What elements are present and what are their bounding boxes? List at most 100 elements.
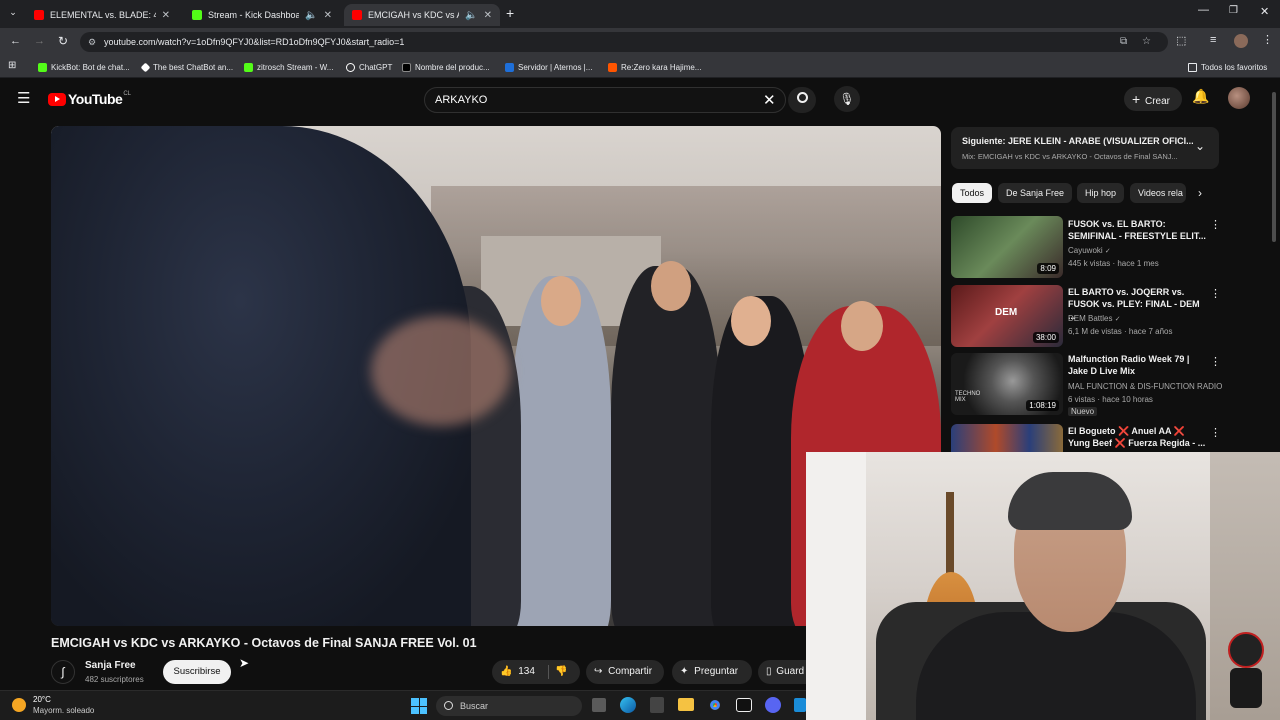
youtube-logo[interactable]: YouTube CL — [48, 91, 131, 107]
up-next-title: Siguiente: JERE KLEIN - ARABE (VISUALIZE… — [962, 136, 1194, 146]
temperature: 20°C — [33, 695, 51, 704]
chip-de-sanja-free[interactable]: De Sanja Free — [998, 183, 1073, 203]
channel-avatar[interactable]: ∫ — [51, 660, 75, 684]
bookmark-aternos[interactable]: Servidor | Aternos |... — [505, 60, 592, 74]
recommendation-item[interactable]: TECHNO MIX 1:08:19 Malfunction Radio Week… — [951, 353, 1222, 416]
dislike-button[interactable]: 👎 — [555, 660, 567, 684]
video-thumbnail[interactable]: DEM 38:00 — [951, 285, 1063, 347]
tab-title: Stream - Kick Dashboard — [208, 10, 300, 20]
app-icon[interactable] — [794, 698, 806, 712]
file-explorer-icon[interactable] — [678, 698, 694, 711]
tab-kick-dashboard[interactable]: Stream - Kick Dashboard 🔈 ✕ — [184, 4, 340, 26]
calculator-icon[interactable] — [650, 697, 664, 713]
recommendation-item[interactable]: DEM 38:00 EL BARTO vs. JOQERR vs. FUSOK … — [951, 285, 1221, 347]
hamburger-menu-icon[interactable]: ☰ — [17, 89, 30, 107]
new-tab-button[interactable]: + — [506, 5, 514, 21]
more-options-icon[interactable]: ⋮ — [1210, 426, 1221, 439]
divider — [548, 665, 549, 679]
edge-icon[interactable] — [620, 697, 636, 713]
up-next-subtitle: Mix: EMCIGAH vs KDC vs ARKAYKO - Octavos… — [962, 152, 1178, 161]
chip-todos[interactable]: Todos — [952, 183, 993, 203]
verified-icon: ✓ — [1114, 316, 1121, 323]
close-window-icon[interactable]: ✕ — [1260, 5, 1269, 18]
reload-icon[interactable]: ↻ — [58, 34, 68, 48]
task-view-icon[interactable] — [592, 698, 606, 712]
more-options-icon[interactable]: ⋮ — [1210, 355, 1221, 368]
browser-menu-icon[interactable]: ⋮ — [1262, 33, 1273, 46]
video-thumbnail[interactable]: TECHNO MIX 1:08:19 — [951, 353, 1063, 415]
recommendation-item[interactable]: El Bogueto ❌ Anuel AA ❌ Yung Beef ❌ Fuer… — [951, 424, 1221, 452]
bookmark-label: zitrosch Stream - W... — [257, 62, 334, 72]
speaker-icon[interactable]: 🔈 — [465, 10, 477, 21]
capcut-icon[interactable] — [736, 698, 752, 712]
bookmark-label: Re:Zero kara Hajime... — [621, 62, 702, 72]
video-frame-person — [611, 266, 721, 626]
forward-icon[interactable]: → — [34, 35, 45, 47]
bookmark-label: The best ChatBot an... — [153, 62, 234, 72]
search-button[interactable] — [788, 87, 816, 113]
maximize-icon[interactable]: ❐ — [1229, 5, 1238, 16]
speaker-icon[interactable]: 🔈 — [305, 10, 317, 21]
tab-elemental[interactable]: ELEMENTAL vs. BLADE: 4tos - D ✕ — [26, 4, 178, 26]
video-thumbnail[interactable]: 8:09 — [951, 216, 1063, 278]
bookmark-kickbot[interactable]: KickBot: Bot de chat... — [38, 60, 130, 74]
url-input[interactable]: ⚙ youtube.com/watch?v=1oDfn9QFYJ0&list=R… — [80, 32, 1168, 52]
tab-emcigah-video[interactable]: EMCIGAH vs KDC vs ARKAY 🔈 ✕ — [344, 4, 500, 26]
video-thumbnail[interactable] — [951, 424, 1063, 452]
account-avatar[interactable] — [1228, 87, 1250, 109]
extensions-icon[interactable]: ⬚ — [1176, 34, 1186, 47]
bookmark-nombre[interactable]: Nombre del produc... — [402, 60, 490, 74]
all-favorites[interactable]: Todos los favoritos — [1188, 60, 1267, 74]
save-label: Guard — [776, 666, 805, 677]
ask-button[interactable]: ✦ Preguntar — [672, 660, 752, 684]
tab-search-icon[interactable]: ⌄ — [6, 7, 20, 21]
discord-icon[interactable] — [765, 697, 781, 713]
close-tab-icon[interactable]: ✕ — [484, 10, 492, 21]
media-icon[interactable]: ≡ — [1210, 34, 1216, 46]
bookmark-chatgpt[interactable]: ChatGPT — [346, 60, 392, 74]
recommendation-stats: 6 vistas · hace 10 horas — [1068, 395, 1153, 404]
bookmark-star-icon[interactable]: ☆ — [1142, 32, 1151, 52]
recommendation-channel: Cayuwoki ✓ — [1068, 246, 1111, 255]
site-info-icon[interactable]: ⚙ — [88, 32, 96, 52]
close-tab-icon[interactable]: ✕ — [324, 10, 332, 21]
subscriber-count: 482 suscriptores — [85, 675, 144, 684]
taskbar-search[interactable]: Buscar — [436, 696, 582, 716]
bookmark-label: Servidor | Aternos |... — [518, 62, 593, 72]
create-button[interactable]: + Crear — [1124, 87, 1182, 111]
chip-hip-hop[interactable]: Hip hop — [1077, 183, 1125, 203]
bookmark-zitrosch[interactable]: zitrosch Stream - W... — [244, 60, 333, 74]
subscribe-button[interactable]: Suscribirse — [163, 660, 231, 684]
like-button[interactable]: 👍 134 — [500, 660, 535, 684]
windows-start-icon[interactable] — [411, 698, 427, 714]
page-scrollbar[interactable] — [1272, 82, 1278, 442]
bookmark-chatbot[interactable]: The best ChatBot an... — [140, 60, 234, 74]
share-button[interactable]: ↪ Compartir — [586, 660, 664, 684]
duration-badge: 1:08:19 — [1026, 400, 1059, 411]
chevron-right-icon[interactable]: › — [1198, 186, 1202, 200]
more-options-icon[interactable]: ⋮ — [1210, 218, 1221, 231]
clear-search-icon[interactable]: ✕ — [763, 91, 776, 109]
aternos-icon — [505, 62, 514, 72]
save-button[interactable]: ▯ Guard — [758, 660, 806, 684]
search-input[interactable]: ARKAYKO ✕ — [424, 87, 786, 113]
close-tab-icon[interactable]: ✕ — [162, 10, 170, 21]
recommendation-channel: DEM Battles ✓ — [1068, 314, 1121, 323]
back-icon[interactable]: ← — [10, 35, 21, 47]
chrome-icon[interactable] — [707, 697, 723, 713]
install-icon[interactable]: ⧉ — [1120, 32, 1127, 52]
minimize-icon[interactable]: — — [1198, 4, 1209, 16]
more-options-icon[interactable]: ⋮ — [1210, 287, 1221, 300]
notifications-bell-icon[interactable]: 🔔 — [1192, 88, 1209, 105]
scrollbar-thumb[interactable] — [1272, 92, 1276, 242]
taskbar-search-placeholder: Buscar — [460, 701, 489, 711]
chevron-down-icon[interactable]: ⌄ — [1195, 139, 1205, 153]
chip-videos-relacionados[interactable]: Videos rela — [1130, 183, 1186, 203]
apps-grid-icon[interactable]: ⊞ — [8, 60, 16, 71]
up-next-panel[interactable]: Siguiente: JERE KLEIN - ARABE (VISUALIZE… — [951, 127, 1219, 169]
voice-search-button[interactable]: 🎙 — [834, 86, 860, 112]
channel-name[interactable]: Sanja Free — [85, 660, 136, 671]
profile-avatar[interactable] — [1234, 34, 1248, 48]
bookmark-rezero[interactable]: Re:Zero kara Hajime... — [608, 60, 701, 74]
recommendation-item[interactable]: 8:09 FUSOK vs. EL BARTO: SEMIFINAL - FRE… — [951, 216, 1221, 278]
